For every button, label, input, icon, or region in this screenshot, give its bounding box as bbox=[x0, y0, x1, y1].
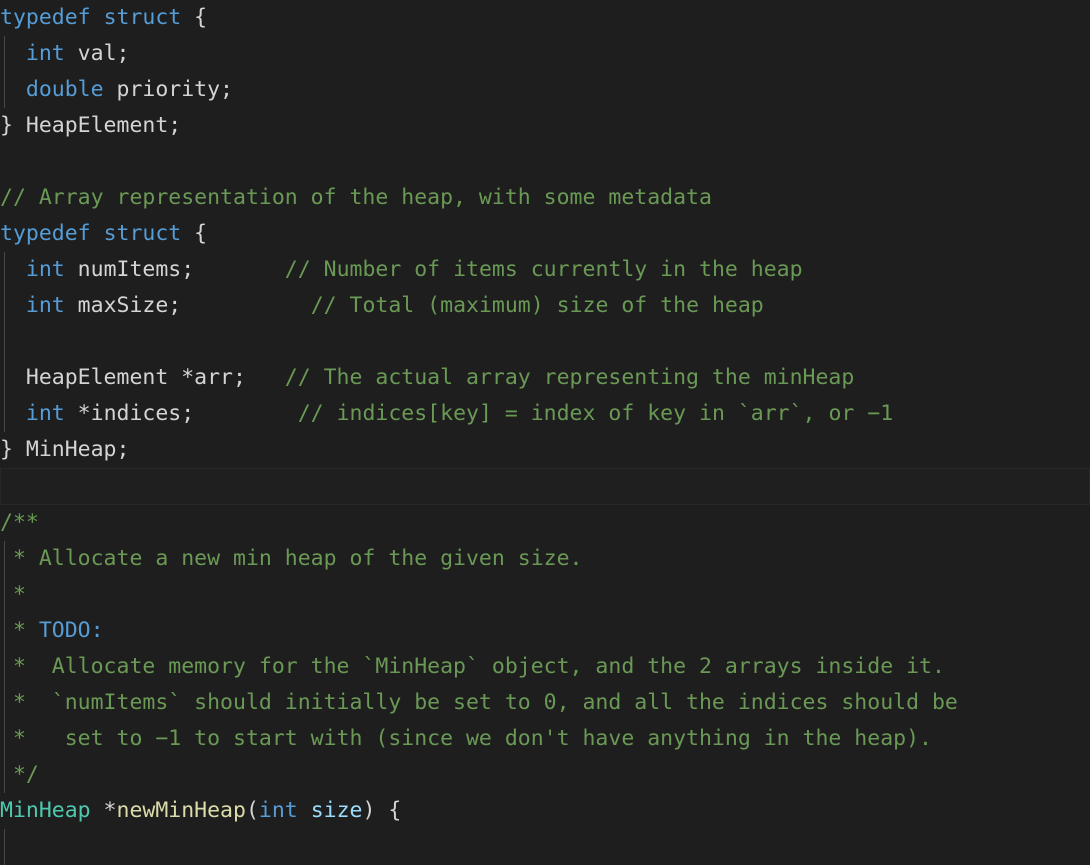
code-line[interactable] bbox=[0, 829, 1090, 865]
code-line[interactable]: typedef struct { bbox=[0, 0, 1090, 36]
code-token-param: size bbox=[310, 798, 363, 823]
code-editor-viewport[interactable]: typedef struct { int val; double priorit… bbox=[0, 0, 1090, 865]
code-token-type: MinHeap bbox=[0, 798, 91, 823]
code-token-todo: TODO: bbox=[38, 618, 104, 643]
code-token-comment: // indices[key] = index of key in `arr`,… bbox=[297, 401, 894, 426]
code-token-comment: * `numItems` should initially be set to … bbox=[0, 690, 958, 715]
code-token-plain: *indices; bbox=[64, 401, 298, 426]
code-line[interactable]: * TODO: bbox=[0, 613, 1090, 649]
code-lines-container[interactable]: typedef struct { int val; double priorit… bbox=[0, 0, 1090, 865]
code-line[interactable]: * bbox=[0, 577, 1090, 613]
code-line[interactable]: HeapElement *arr; // The actual array re… bbox=[0, 360, 1090, 396]
code-token-comment: // The actual array representing the min… bbox=[284, 365, 855, 390]
code-token-key: int bbox=[258, 798, 298, 823]
code-token-key: double bbox=[25, 77, 104, 102]
code-token-comment: /** bbox=[0, 510, 39, 535]
code-token-plain: { bbox=[181, 5, 208, 30]
code-token-plain: numItems; bbox=[64, 257, 285, 282]
code-line[interactable]: * set to −1 to start with (since we don'… bbox=[0, 721, 1090, 757]
code-line[interactable]: } HeapElement; bbox=[0, 108, 1090, 144]
code-line[interactable]: typedef struct { bbox=[0, 216, 1090, 252]
code-token-plain: ( bbox=[245, 798, 259, 823]
code-token-comment: * Allocate memory for the `MinHeap` obje… bbox=[0, 654, 945, 679]
code-line[interactable]: */ bbox=[0, 757, 1090, 793]
code-token-plain: maxSize; bbox=[64, 293, 311, 318]
code-token-func: newMinHeap bbox=[116, 798, 246, 823]
code-line[interactable]: int maxSize; // Total (maximum) size of … bbox=[0, 288, 1090, 324]
code-token-key: int bbox=[25, 257, 65, 282]
code-token-plain: { bbox=[181, 221, 208, 246]
code-token-comment: * Allocate a new min heap of the given s… bbox=[0, 546, 583, 571]
code-line[interactable]: * `numItems` should initially be set to … bbox=[0, 685, 1090, 721]
code-line[interactable] bbox=[0, 324, 1090, 360]
code-token-comment: */ bbox=[0, 762, 39, 787]
code-token-plain: } MinHeap; bbox=[0, 437, 130, 462]
code-token-comment: * bbox=[0, 618, 39, 643]
code-line[interactable]: int val; bbox=[0, 36, 1090, 72]
code-line[interactable]: double priority; bbox=[0, 72, 1090, 108]
code-line[interactable]: * Allocate memory for the `MinHeap` obje… bbox=[0, 649, 1090, 685]
code-token-plain: val; bbox=[64, 41, 130, 66]
code-token-key: typedef bbox=[0, 5, 91, 30]
code-token-key: struct bbox=[103, 5, 182, 30]
code-token-key: int bbox=[25, 293, 65, 318]
code-line[interactable]: // Array representation of the heap, wit… bbox=[0, 180, 1090, 216]
code-line[interactable]: /** bbox=[0, 505, 1090, 541]
code-token-plain: ) { bbox=[362, 798, 402, 823]
code-token-plain: * bbox=[90, 798, 117, 823]
code-token-comment: // Total (maximum) size of the heap bbox=[310, 293, 764, 318]
code-line[interactable]: int *indices; // indices[key] = index of… bbox=[0, 396, 1090, 432]
code-token-key: typedef bbox=[0, 221, 91, 246]
code-token-key: int bbox=[25, 401, 65, 426]
code-token-plain: } HeapElement; bbox=[0, 113, 182, 138]
code-line[interactable] bbox=[0, 144, 1090, 180]
code-token-plain: HeapElement *arr; bbox=[0, 365, 285, 390]
code-token-comment: // Array representation of the heap, wit… bbox=[0, 185, 712, 210]
code-line[interactable]: MinHeap *newMinHeap(int size) { bbox=[0, 793, 1090, 829]
code-token-key: int bbox=[25, 41, 65, 66]
code-token-plain: priority; bbox=[103, 77, 234, 102]
code-token-comment: * bbox=[0, 582, 26, 607]
code-line[interactable]: } MinHeap; bbox=[0, 432, 1090, 468]
code-token-comment: // Number of items currently in the heap bbox=[284, 257, 803, 282]
code-token-comment: * set to −1 to start with (since we don'… bbox=[0, 726, 932, 751]
code-token-key: struct bbox=[103, 221, 182, 246]
code-line-current[interactable] bbox=[0, 468, 1090, 505]
code-line[interactable]: int numItems; // Number of items current… bbox=[0, 252, 1090, 288]
code-line[interactable]: * Allocate a new min heap of the given s… bbox=[0, 541, 1090, 577]
